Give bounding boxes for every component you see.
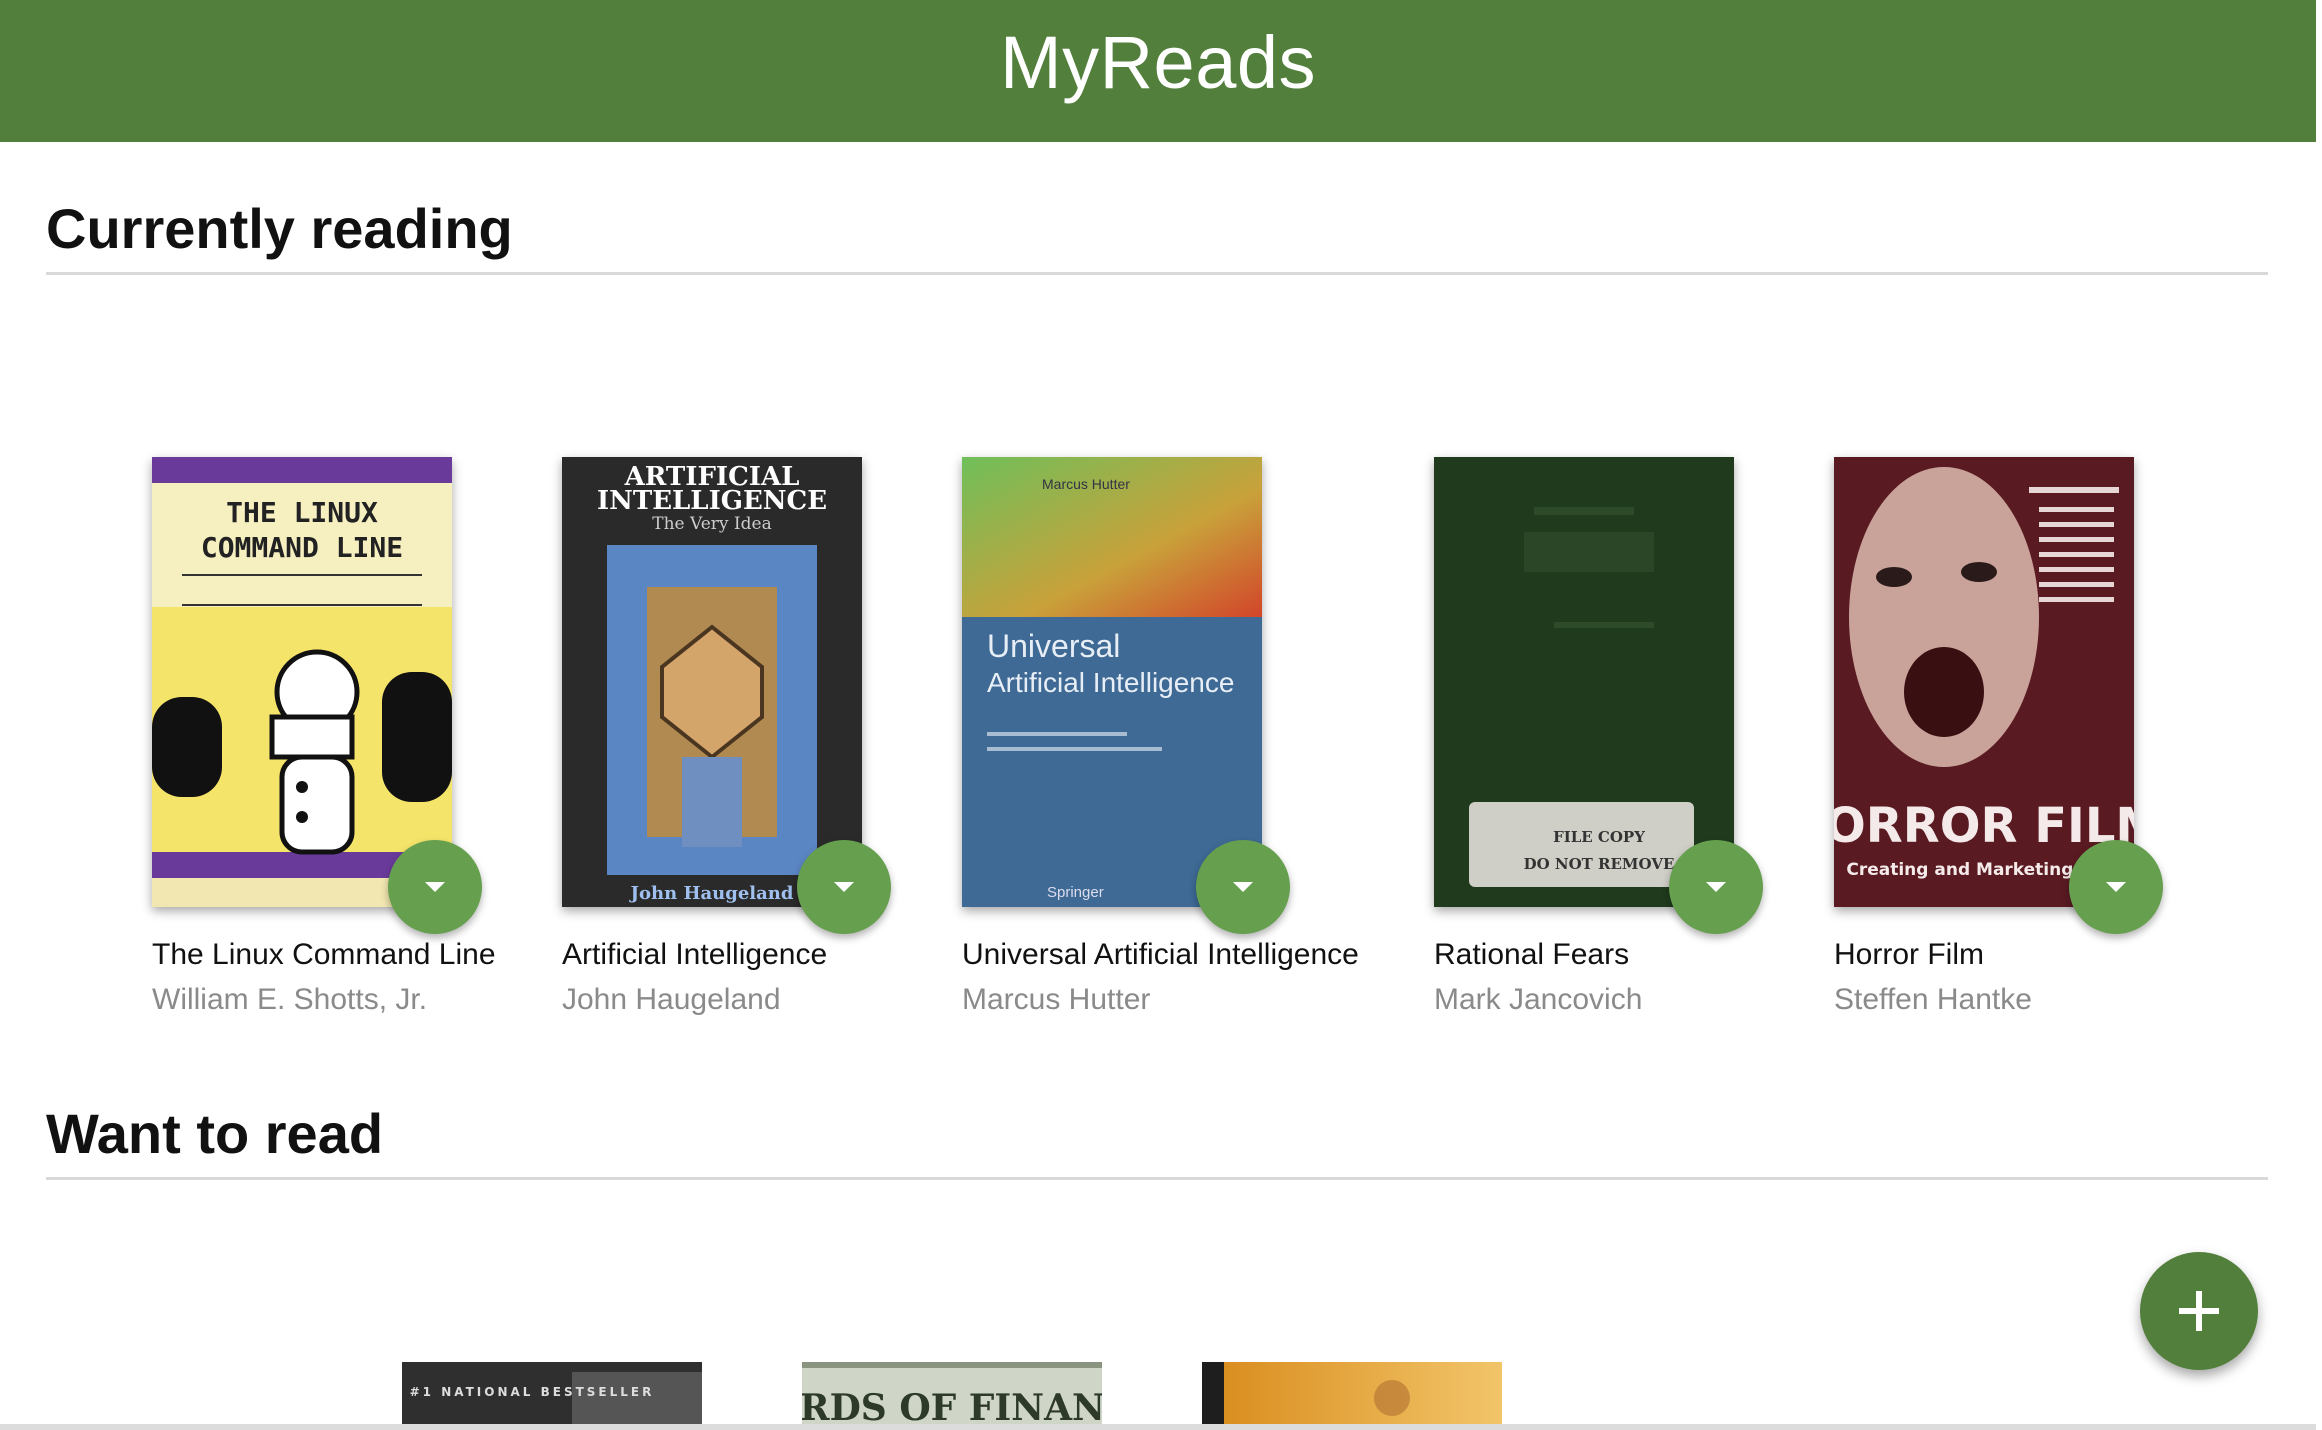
book-cover[interactable]: Marcus Hutter Universal Artificial Intel… (962, 457, 1262, 907)
shelf-divider (46, 272, 2268, 275)
caret-down-icon (1233, 882, 1253, 892)
book-title: The Linux Command Line (152, 938, 496, 971)
book-title: Rational Fears (1434, 938, 1630, 971)
book-cover[interactable]: HORROR FILM Creating and Marketing Fear (1834, 457, 2134, 907)
shelf-divider (46, 1177, 2268, 1180)
book-author: John Haugeland (562, 983, 781, 1016)
shelf-changer-button[interactable] (797, 840, 891, 934)
cover-text: FILE COPY (1553, 828, 1645, 846)
shelf-changer-button[interactable] (2069, 840, 2163, 934)
cover-text: Springer (1047, 884, 1104, 901)
book-author: Marcus Hutter (962, 983, 1151, 1016)
cover-text: Universal (987, 628, 1120, 664)
book-title: Horror Film (1834, 938, 1984, 971)
cover-text: The Very Idea (652, 514, 771, 534)
book-title: Universal Artificial Intelligence (962, 938, 1359, 971)
book-title: Artificial Intelligence (562, 938, 828, 971)
book-cover[interactable]: THE LINUX COMMAND LINE (152, 457, 452, 907)
shelf-title-want-to-read: Want to read (46, 1102, 384, 1165)
book-author: Steffen Hantke (1834, 983, 2032, 1016)
caret-down-icon (834, 882, 854, 892)
shelf-changer-button[interactable] (1196, 840, 1290, 934)
horizontal-scrollbar[interactable] (0, 1424, 2316, 1430)
shelf-changer-button[interactable] (388, 840, 482, 934)
cover-text: LORDS OF FINANCE (802, 1387, 1102, 1424)
cover-text: THE LINUX (226, 496, 378, 529)
cover-text: #1 NATIONAL BESTSELLER (410, 1385, 655, 1399)
cover-text: John Haugeland (629, 883, 794, 904)
app-header: MyReads (0, 0, 2316, 142)
caret-down-icon (425, 882, 445, 892)
book-cover[interactable]: FILE COPY DO NOT REMOVE (1434, 457, 1734, 907)
cover-text: INTELLIGENCE (597, 486, 827, 516)
caret-down-icon (2106, 882, 2126, 892)
cover-text: Marcus Hutter (1042, 476, 1130, 492)
shelf-changer-button[interactable] (1669, 840, 1763, 934)
caret-down-icon (1706, 882, 1726, 892)
plus-icon-stroke (2196, 1291, 2202, 1331)
book-author: William E. Shotts, Jr. (152, 983, 428, 1016)
book-cover[interactable]: #1 NATIONAL BESTSELLER (402, 1362, 702, 1424)
shelf-title-currently-reading: Currently reading (46, 197, 513, 260)
book-cover[interactable]: ARTIFICIAL INTELLIGENCE The Very Idea Jo… (562, 457, 862, 907)
window-edge (2316, 0, 2322, 1430)
cover-text: COMMAND LINE (201, 531, 403, 564)
cover-text: Artificial Intelligence (987, 667, 1234, 698)
cover-text: DO NOT REMOVE (1524, 855, 1675, 873)
book-cover[interactable]: LORDS OF FINANCE (802, 1362, 1102, 1424)
add-book-button[interactable] (2140, 1252, 2258, 1370)
app-title: MyReads (999, 21, 1317, 104)
cover-text: HORROR FILM (1834, 798, 2134, 854)
book-cover[interactable] (1202, 1362, 1502, 1424)
book-author: Mark Jancovich (1434, 983, 1643, 1016)
